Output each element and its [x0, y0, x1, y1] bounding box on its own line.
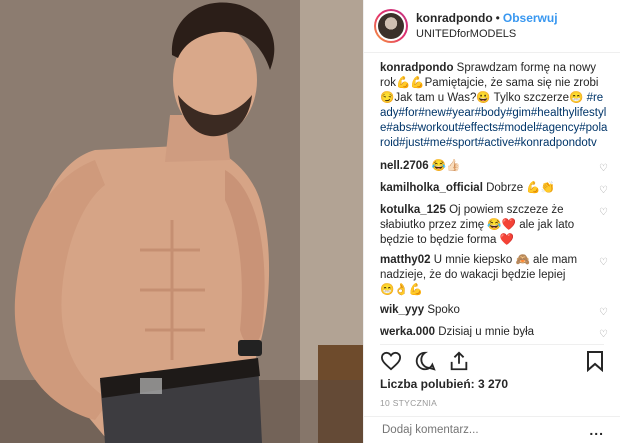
- avatar-image: [378, 13, 404, 39]
- comment-text: Spoko: [427, 304, 460, 316]
- small-heart-icon[interactable]: ♡: [597, 303, 608, 320]
- small-heart-icon[interactable]: ♡: [597, 253, 608, 298]
- comment-row: wik_yyy Spoko ♡: [380, 303, 608, 320]
- comment-bar: ...: [364, 416, 620, 443]
- comment-icon[interactable]: [414, 350, 436, 377]
- small-heart-icon[interactable]: ♡: [597, 325, 608, 337]
- comment-row: matthy02 U mnie kiepsko 🙈 ale mam nadzie…: [380, 253, 608, 298]
- comment-row: kotulka_125 Oj powiem szczeze że słabiut…: [380, 203, 608, 248]
- comment-row: werka.000 Dzisiaj u mnie była siatkówka …: [380, 325, 608, 337]
- comments-list: konradpondo Sprawdzam formę na nowy rok💪…: [364, 53, 620, 337]
- comment-row: kamilholka_official Dobrze 💪👏 ♡: [380, 181, 608, 198]
- comment-username[interactable]: werka.000: [380, 326, 435, 337]
- follow-button[interactable]: Obserwuj: [503, 11, 558, 25]
- header-username[interactable]: konradpondo: [416, 11, 493, 25]
- post-side-panel: konradpondo • Obserwuj UNITEDforMODELS kon…: [363, 0, 620, 443]
- comment-row: nell.2706 😂👍🏻 ♡: [380, 159, 608, 176]
- post-photo[interactable]: [0, 0, 363, 443]
- share-icon[interactable]: [448, 350, 470, 377]
- caption: konradpondo Sprawdzam formę na nowy rok💪…: [380, 61, 608, 151]
- man-portrait-image: [0, 0, 363, 443]
- avatar-ring: [376, 11, 406, 41]
- more-options-icon[interactable]: ...: [589, 422, 604, 438]
- comment-text: 😂👍🏻: [431, 160, 461, 172]
- header-separator: •: [495, 11, 500, 25]
- comment-username[interactable]: kamilholka_official: [380, 182, 483, 194]
- likes-count[interactable]: Liczba polubień: 3 270: [380, 377, 508, 391]
- bookmark-icon[interactable]: [586, 350, 604, 377]
- comment-username[interactable]: matthy02: [380, 254, 431, 266]
- heart-icon[interactable]: [380, 351, 402, 376]
- small-heart-icon[interactable]: ♡: [597, 203, 608, 248]
- post-header: konradpondo • Obserwuj UNITEDforMODELS: [364, 0, 620, 53]
- comment-username[interactable]: wik_yyy: [380, 304, 424, 316]
- post-date: 10 STYCZNIA: [380, 398, 438, 408]
- location-label[interactable]: UNITEDforMODELS: [416, 26, 558, 42]
- action-bar: [380, 344, 604, 377]
- small-heart-icon[interactable]: ♡: [597, 159, 608, 176]
- small-heart-icon[interactable]: ♡: [597, 181, 608, 198]
- comment-username[interactable]: kotulka_125: [380, 204, 446, 216]
- instagram-post: konradpondo • Obserwuj UNITEDforMODELS kon…: [0, 0, 620, 443]
- avatar[interactable]: [374, 9, 408, 43]
- header-text: konradpondo • Obserwuj UNITEDforMODELS: [416, 10, 558, 42]
- caption-username[interactable]: konradpondo: [380, 62, 453, 74]
- comment-text: Dobrze 💪👏: [486, 182, 556, 194]
- comment-input[interactable]: [380, 423, 590, 437]
- comment-username[interactable]: nell.2706: [380, 160, 429, 172]
